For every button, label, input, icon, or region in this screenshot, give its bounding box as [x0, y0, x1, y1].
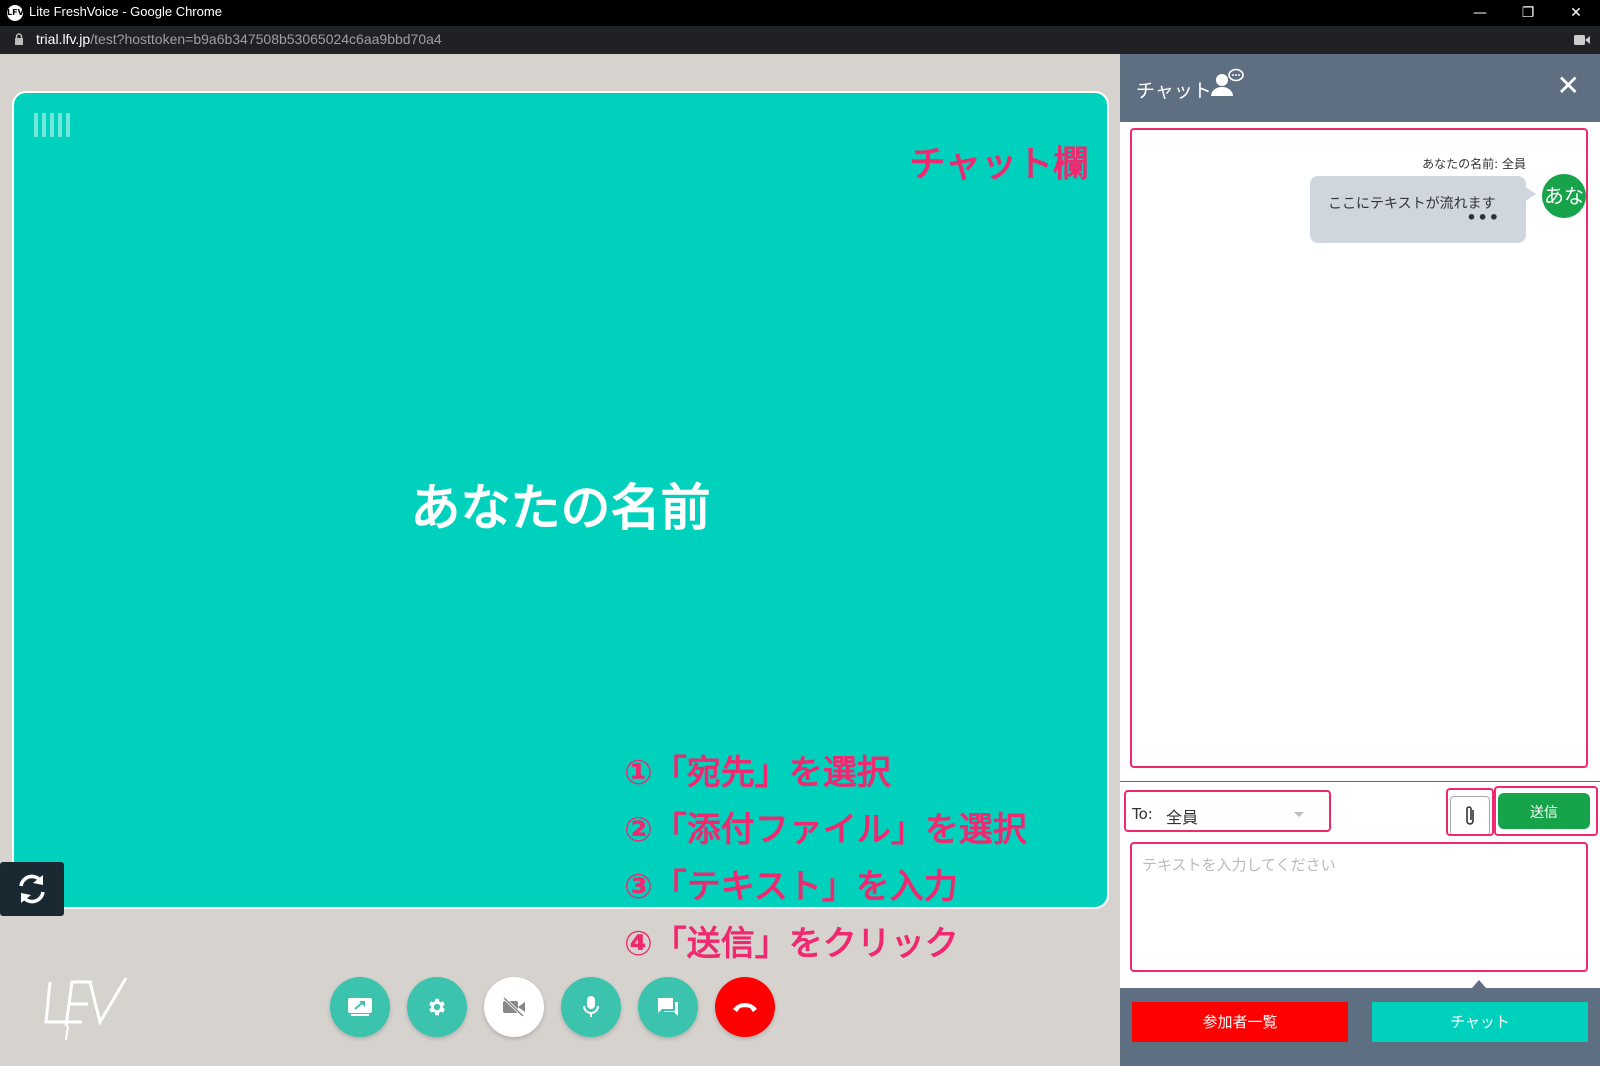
chat-toggle-button[interactable] — [638, 977, 698, 1037]
lfv-logo — [44, 977, 128, 1041]
highlight-send — [1494, 786, 1598, 836]
window-title: Lite FreshVoice - Google Chrome — [29, 4, 222, 19]
lock-icon — [15, 33, 23, 45]
close-window-button[interactable]: ✕ — [1553, 0, 1599, 26]
microphone-button[interactable] — [561, 977, 621, 1037]
participants-tab-button[interactable]: 参加者一覧 — [1132, 1002, 1348, 1042]
gear-icon — [429, 998, 445, 1016]
minimize-button[interactable]: — — [1457, 0, 1503, 26]
annotation-chat-area-label: チャット欄 — [909, 144, 1089, 185]
camera-icon[interactable] — [1574, 34, 1590, 46]
message-bubble: ここにテキストが流れます ••• — [1310, 176, 1536, 243]
divider — [1120, 781, 1600, 782]
url-text[interactable]: trial.lfv.jp/test?hosttoken=b9a6b347508b… — [36, 31, 442, 47]
participant-name: あなたの名前 — [410, 479, 711, 537]
instruction-step-1: ①「宛先」を選択 — [624, 753, 891, 793]
instruction-step-3: ③「テキスト」を入力 — [624, 867, 958, 907]
app-logo-icon: LFV — [7, 5, 24, 21]
microphone-icon — [583, 996, 599, 1017]
address-bar[interactable]: trial.lfv.jp/test?hosttoken=b9a6b347508b… — [0, 26, 1600, 54]
instruction-step-2: ②「添付ファイル」を選択 — [624, 810, 1027, 850]
rotate-icon — [19, 874, 45, 904]
screen-share-icon — [348, 998, 372, 1016]
chat-tab-button[interactable]: チャット — [1372, 1002, 1588, 1042]
chat-icon — [658, 998, 678, 1016]
settings-button[interactable] — [407, 977, 467, 1037]
hangup-button[interactable] — [715, 977, 775, 1037]
highlight-text-input — [1130, 842, 1588, 972]
message-sender: あなたの名前: 全員 — [1422, 157, 1526, 171]
restore-button[interactable]: ❐ — [1505, 0, 1551, 26]
audio-level-indicator — [34, 113, 70, 137]
avatar: あなたの名前 — [1542, 174, 1586, 218]
camera-off-icon — [502, 997, 525, 1017]
camera-toggle-button[interactable] — [484, 977, 544, 1037]
highlight-recipient — [1124, 790, 1331, 832]
url-path: /test?hosttoken=b9a6b347508b53065024c6aa… — [90, 31, 442, 47]
panel-tab-bar: 参加者一覧 チャット — [1120, 980, 1600, 1066]
chat-header: チャット ✕ — [1120, 54, 1600, 122]
screen-share-button[interactable] — [330, 977, 390, 1037]
rotate-view-button[interactable] — [0, 862, 64, 916]
highlight-attach — [1446, 788, 1494, 836]
active-tab-pointer — [1472, 980, 1486, 988]
instruction-annotations: ①「宛先」を選択 ②「添付ファイル」を選択 ③「テキスト」を入力 ④「送信」をク… — [624, 745, 1027, 973]
chat-title: チャット — [1136, 80, 1212, 102]
close-chat-button[interactable]: ✕ — [1557, 72, 1580, 100]
browser-title-bar: LFV Lite FreshVoice - Google Chrome — ❐ … — [0, 0, 1600, 26]
user-chat-icon — [1211, 68, 1244, 96]
instruction-step-4: ④「送信」をクリック — [624, 924, 959, 964]
message-more-icon[interactable]: ••• — [1466, 208, 1500, 227]
hangup-icon — [733, 1003, 757, 1012]
call-controls — [330, 977, 775, 1037]
chat-panel: チャット ✕ あなたの名前: 全員 ここにテキストが流れます ••• あなたの名… — [1120, 54, 1600, 1066]
url-host: trial.lfv.jp — [36, 31, 91, 47]
